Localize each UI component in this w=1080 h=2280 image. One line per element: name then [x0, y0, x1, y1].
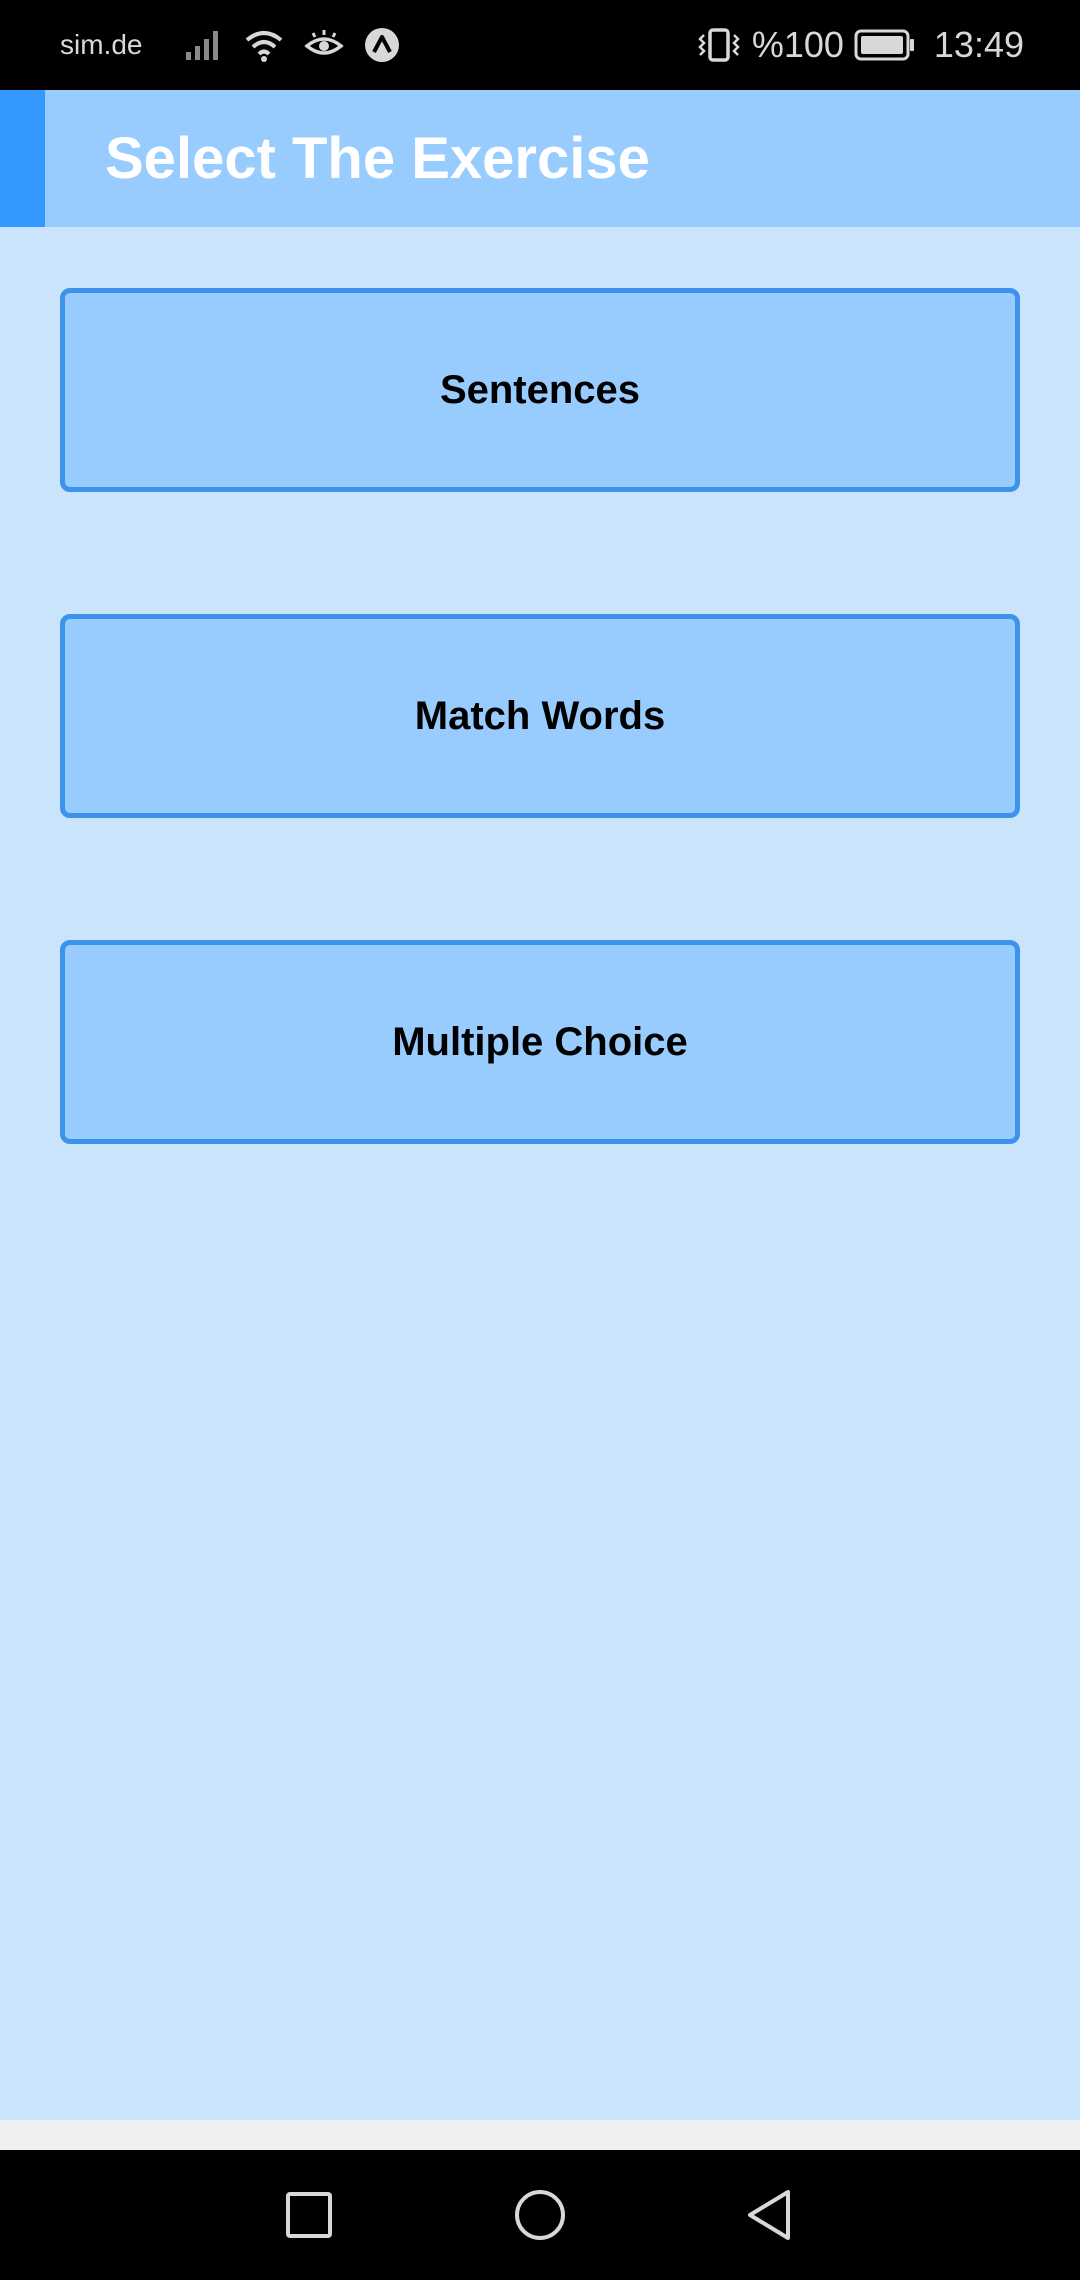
carrier-name: sim.de — [60, 29, 143, 60]
sentences-button[interactable]: Sentences — [60, 288, 1020, 492]
system-navigation-bar — [0, 2150, 1080, 2280]
signal-icon — [184, 28, 224, 62]
match-words-button-label: Match Words — [414, 693, 666, 738]
home-button[interactable] — [490, 2150, 590, 2280]
match-words-button[interactable]: Match Words — [60, 614, 1020, 818]
recents-icon — [284, 2190, 334, 2240]
multiple-choice-button-label: Multiple Choice — [392, 1019, 688, 1064]
app-bar: Select The Exercise — [0, 90, 1080, 227]
vibrate-icon — [696, 27, 742, 63]
multiple-choice-button[interactable]: Multiple Choice — [60, 940, 1020, 1144]
status-bar: sim.de %100 13:49 — [0, 0, 1080, 90]
eye-comfort-icon — [304, 28, 345, 62]
bottom-strip — [0, 2120, 1080, 2150]
home-icon — [513, 2188, 567, 2242]
app-bar-accent — [0, 90, 45, 227]
status-bar-right: %100 13:49 — [696, 0, 1024, 90]
status-bar-left: sim.de — [60, 0, 400, 90]
page-title: Select The Exercise — [105, 126, 650, 191]
sentences-button-label: Sentences — [439, 367, 641, 412]
app-notification-icon — [364, 27, 400, 63]
clock: 13:49 — [933, 24, 1024, 65]
wifi-icon — [244, 28, 284, 62]
battery-icon — [854, 29, 916, 61]
battery-percent: %100 — [751, 24, 844, 65]
back-icon — [744, 2188, 794, 2242]
back-button[interactable] — [719, 2150, 819, 2280]
recents-button[interactable] — [259, 2150, 359, 2280]
